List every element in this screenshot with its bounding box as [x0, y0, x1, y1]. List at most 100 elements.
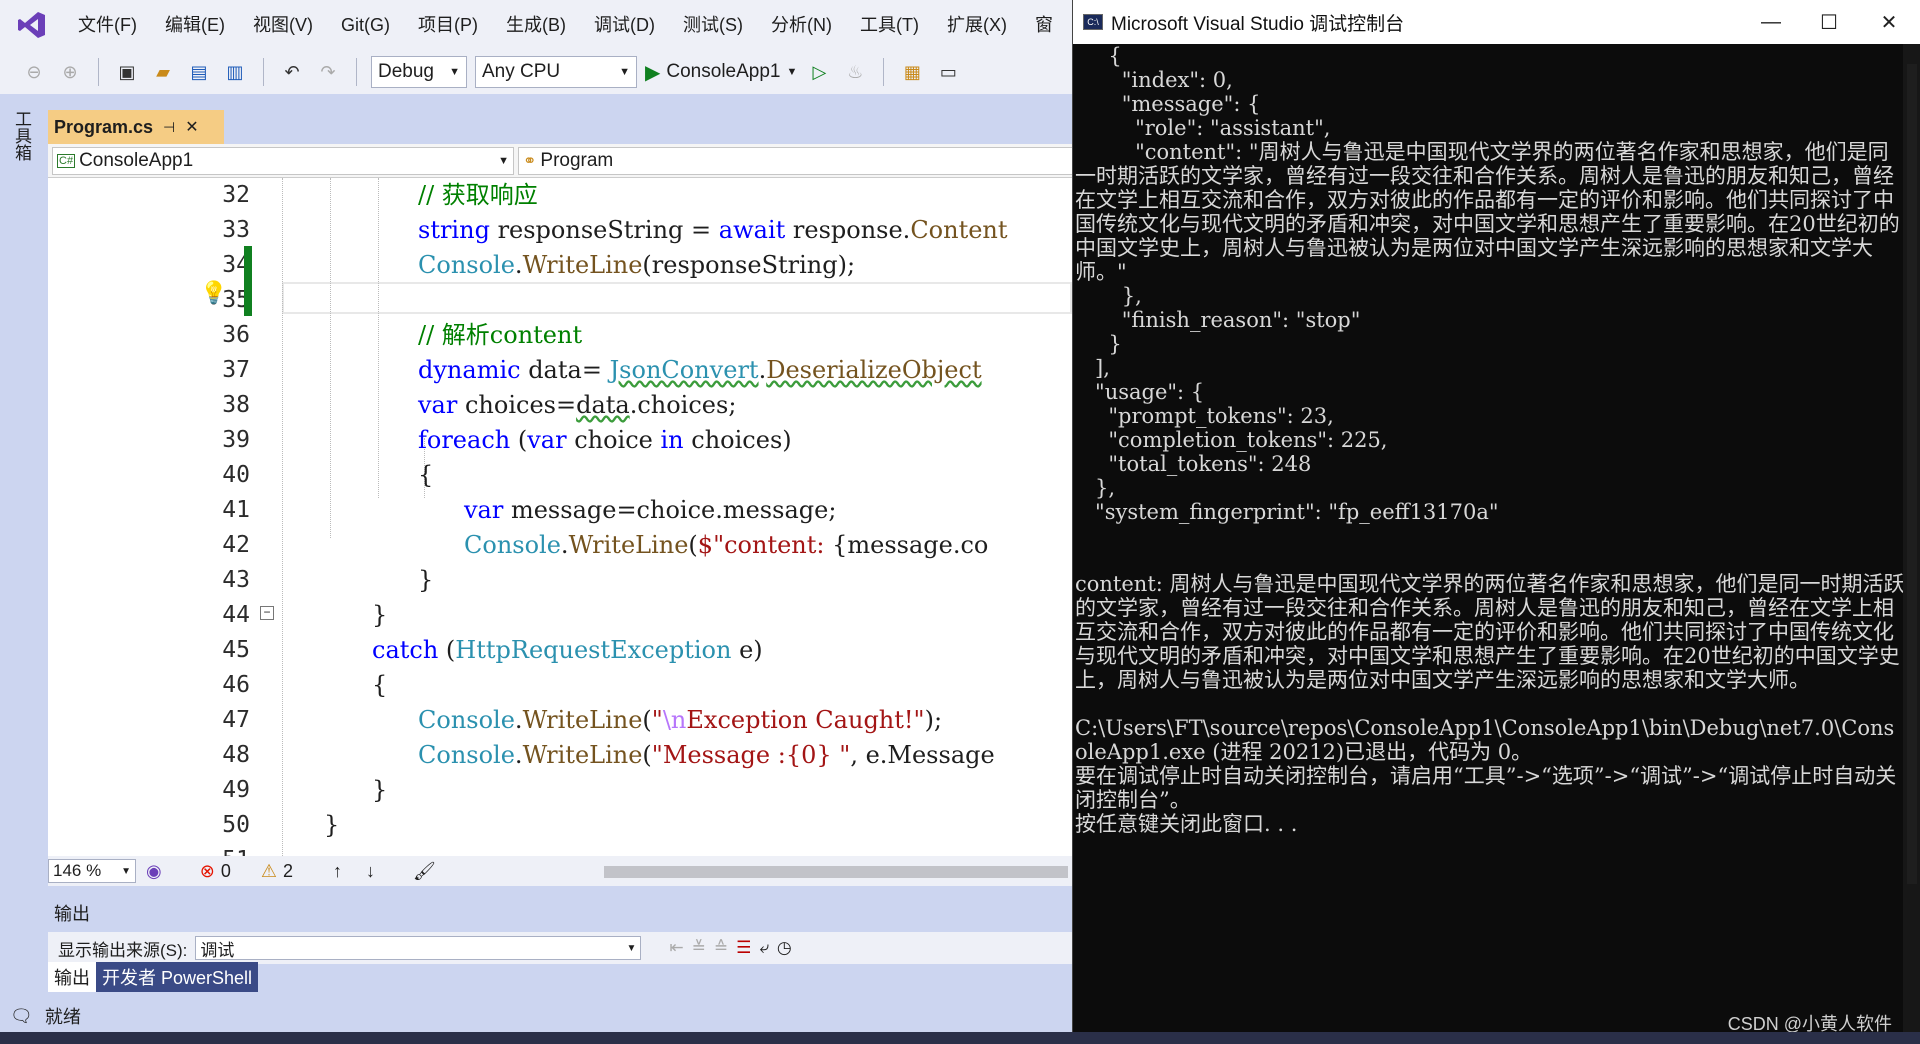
line-number: 42 [222, 532, 250, 558]
collapse-toggle-icon[interactable]: − [260, 606, 274, 620]
left-dock [0, 94, 48, 1014]
console-app-icon: C:\ [1083, 14, 1103, 30]
menu-extensions[interactable]: 扩展(X) [933, 0, 1021, 50]
word-wrap-icon[interactable]: ⤶ [759, 938, 769, 958]
line-number: 34 [222, 252, 250, 278]
arrow-down-icon[interactable]: ↓ [366, 861, 375, 882]
menu-analyze[interactable]: 分析(N) [757, 0, 846, 50]
line-number: 37 [222, 357, 250, 383]
previous-message-icon[interactable]: ≚ [692, 938, 706, 958]
undo-icon[interactable]: ↶ [278, 58, 306, 86]
editor-status-strip: 146 % ▼ ◉ ⊗ 0 ⚠ 2 ↑ ↓ 🖌 [48, 856, 1072, 886]
menu-tools[interactable]: 工具(T) [846, 0, 933, 50]
code-line: } [372, 776, 388, 804]
redo-icon[interactable]: ↷ [314, 58, 342, 86]
project-dropdown[interactable]: C# ConsoleApp1 ▼ [52, 147, 514, 175]
scrollbar-thumb[interactable] [1907, 64, 1917, 884]
code-cleanup-icon[interactable]: 🖌 [413, 861, 436, 882]
error-count[interactable]: ⊗ 0 [200, 861, 231, 882]
minimize-button[interactable]: — [1741, 0, 1801, 44]
tab-developer-powershell[interactable]: 开发者 PowerShell [96, 962, 259, 992]
solution-explorer-icon[interactable]: ▦ [898, 58, 926, 86]
run-target-label: ConsoleApp1 [666, 61, 781, 82]
maximize-button[interactable]: ☐ [1799, 0, 1859, 44]
change-indicator [244, 246, 252, 316]
menu-debug[interactable]: 调试(D) [580, 0, 669, 50]
copilot-icon[interactable]: ◉ [146, 861, 162, 882]
class-dropdown[interactable]: ⚭ Program [518, 147, 1078, 175]
pin-icon[interactable]: ⊣ [163, 119, 175, 136]
console-line: }, [1075, 284, 1142, 308]
next-message-icon[interactable]: ≙ [714, 938, 728, 958]
start-debugging-button[interactable]: ▶ ConsoleApp1 ▼ [645, 60, 797, 85]
code-editor[interactable]: 32 33 34 35 36 37 38 39 40 41 42 43 44 4… [48, 178, 1072, 856]
menu-project[interactable]: 项目(P) [404, 0, 492, 50]
code-line: Console.WriteLine(responseString); [418, 251, 856, 279]
toolbar: ⊖ ⊕ ▣ ▰ ▤ ▥ ↶ ↷ Debug ▼ Any CPU ▼ ▶ Consol… [0, 50, 1072, 94]
close-icon[interactable]: ✕ [185, 117, 198, 137]
zoom-dropdown[interactable]: 146 % ▼ [48, 859, 136, 883]
output-toolbar: 显示输出来源(S): 调试 ▼ ⇤ ≚ ≙ ☰ ⤶ ◷ [48, 932, 1072, 964]
lightbulb-icon[interactable]: 💡 [200, 280, 227, 306]
back-icon[interactable]: ⊖ [20, 58, 48, 86]
navigation-bar: C# ConsoleApp1 ▼ ⚭ Program [48, 144, 1078, 178]
line-number: 35 [222, 287, 250, 313]
open-folder-icon[interactable]: ▰ [149, 58, 177, 86]
menu-file[interactable]: 文件(F) [64, 0, 151, 50]
toolbar-separator [883, 58, 885, 86]
code-line: // 获取响应 [418, 181, 538, 209]
toolbox-tab[interactable]: 工具箱 [12, 110, 34, 161]
menu-test[interactable]: 测试(S) [669, 0, 757, 50]
menu-build[interactable]: 生成(B) [492, 0, 580, 50]
notification-icon[interactable]: 🗨 [10, 1006, 33, 1027]
find-message-icon[interactable]: ⇤ [669, 938, 683, 958]
window-icon[interactable]: ▭ [934, 58, 962, 86]
line-number: 47 [222, 707, 250, 733]
menu-git[interactable]: Git(G) [327, 0, 404, 50]
console-title: Microsoft Visual Studio 调试控制台 [1111, 13, 1405, 35]
timestamp-icon[interactable]: ◷ [777, 938, 792, 958]
line-number: 39 [222, 427, 250, 453]
horizontal-scrollbar[interactable] [604, 866, 1068, 878]
menu-window[interactable]: 窗 [1021, 0, 1067, 50]
code-line: var message=choice.message; [464, 496, 837, 524]
status-text: 就绪 [44, 1007, 81, 1027]
start-without-debugging-icon[interactable]: ▷ [805, 58, 833, 86]
taskbar-strip [0, 1032, 1920, 1044]
new-project-icon[interactable]: ▣ [113, 58, 141, 86]
menu-view[interactable]: 视图(V) [239, 0, 327, 50]
warning-icon: ⚠ [260, 860, 277, 881]
code-line: string responseString = await response.C… [418, 216, 1008, 244]
indent-guide [330, 178, 331, 538]
class-name: Program [540, 150, 614, 171]
code-line: { [372, 671, 388, 699]
tab-program-cs[interactable]: Program.cs ⊣ ✕ [48, 110, 224, 144]
console-line: }, [1075, 476, 1116, 500]
console-scrollbar[interactable] [1903, 44, 1920, 1034]
save-all-icon[interactable]: ▥ [221, 58, 249, 86]
arrow-up-icon[interactable]: ↑ [333, 861, 342, 882]
zoom-value: 146 % [53, 861, 102, 880]
save-icon[interactable]: ▤ [185, 58, 213, 86]
project-name: ConsoleApp1 [79, 150, 194, 171]
configuration-dropdown[interactable]: Debug ▼ [371, 56, 467, 88]
console-line: 按任意键关闭此窗口. . . [1075, 812, 1298, 836]
toolbar-separator [356, 58, 357, 86]
console-title-bar: C:\ Microsoft Visual Studio 调试控制台 — ☐ ✕ [1073, 0, 1920, 44]
visual-studio-logo-icon[interactable] [0, 0, 64, 50]
close-button[interactable]: ✕ [1859, 0, 1919, 44]
chevron-down-icon: ▼ [449, 66, 460, 78]
menu-edit[interactable]: 编辑(E) [151, 0, 239, 50]
code-line: { [418, 461, 434, 489]
forward-icon[interactable]: ⊕ [56, 58, 84, 86]
error-count-value: 0 [220, 860, 231, 881]
warning-count[interactable]: ⚠ 2 [261, 861, 293, 882]
output-source-dropdown[interactable]: 调试 ▼ [195, 936, 642, 960]
tab-output[interactable]: 输出 [48, 962, 96, 992]
console-output[interactable]: { "index": 0, "message": { "role": "assi… [1075, 44, 1905, 1034]
clear-all-icon[interactable]: ☰ [736, 938, 751, 958]
code-line: var choices=data.choices; [418, 391, 737, 419]
platform-dropdown[interactable]: Any CPU ▼ [475, 56, 637, 88]
line-number-gutter: 32 33 34 35 36 37 38 39 40 41 42 43 44 4… [48, 178, 268, 856]
hot-reload-icon[interactable]: ♨ [841, 58, 869, 86]
